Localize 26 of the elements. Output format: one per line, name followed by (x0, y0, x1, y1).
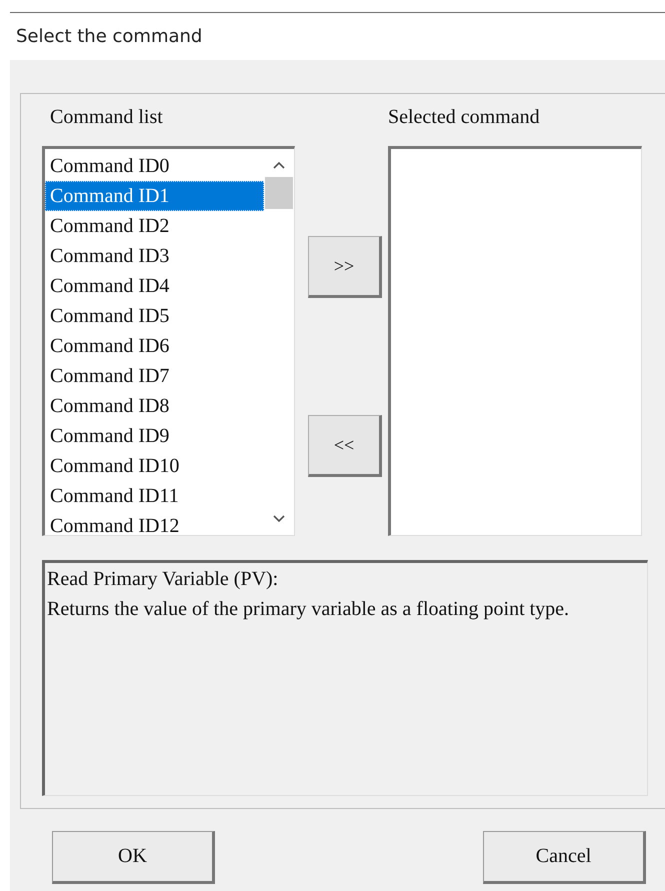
description-text: Returns the value of the primary variable as a floating point type. (47, 597, 570, 622)
list-item[interactable]: Command ID2 (45, 211, 264, 241)
list-item[interactable]: Command ID10 (45, 451, 264, 481)
selected-command-list[interactable] (388, 146, 642, 536)
list-item[interactable]: Command ID1 (45, 181, 264, 211)
list-item[interactable]: Command ID3 (45, 241, 264, 271)
move-button[interactable]: << (308, 415, 382, 477)
window-title: Select the command (16, 26, 202, 47)
list-item[interactable]: Command ID11 (45, 481, 264, 511)
ok-button[interactable]: OK (52, 831, 215, 884)
list-label: Command list (49, 106, 164, 130)
list-item[interactable]: Command ID5 (45, 301, 264, 331)
move-button[interactable]: >> (308, 236, 382, 298)
command-list[interactable]: Command ID0 Command ID1 Command ID2 Command ID3 Command ID4 Command ID5 Command ID6 Command ID7 Command ID8 Command ID9 Command ID10 Command ID11 Command ID12 (42, 146, 295, 536)
list-item[interactable]: Command ID9 (45, 421, 264, 451)
list-item[interactable]: Command ID8 (45, 391, 264, 421)
list-item[interactable]: Command ID7 (45, 361, 264, 391)
description-text: Read Primary Variable (PV): (47, 567, 280, 592)
scroll-down-icon[interactable] (273, 515, 285, 523)
scroll-thumb[interactable] (265, 177, 293, 209)
scroll-up-icon[interactable] (273, 161, 285, 169)
list-item[interactable]: Command ID6 (45, 331, 264, 361)
cancel-button[interactable]: Cancel (483, 831, 646, 884)
list-item[interactable]: Command ID4 (45, 271, 264, 301)
list-item[interactable]: Command ID0 (45, 151, 264, 181)
list-label: Selected command (388, 106, 541, 130)
